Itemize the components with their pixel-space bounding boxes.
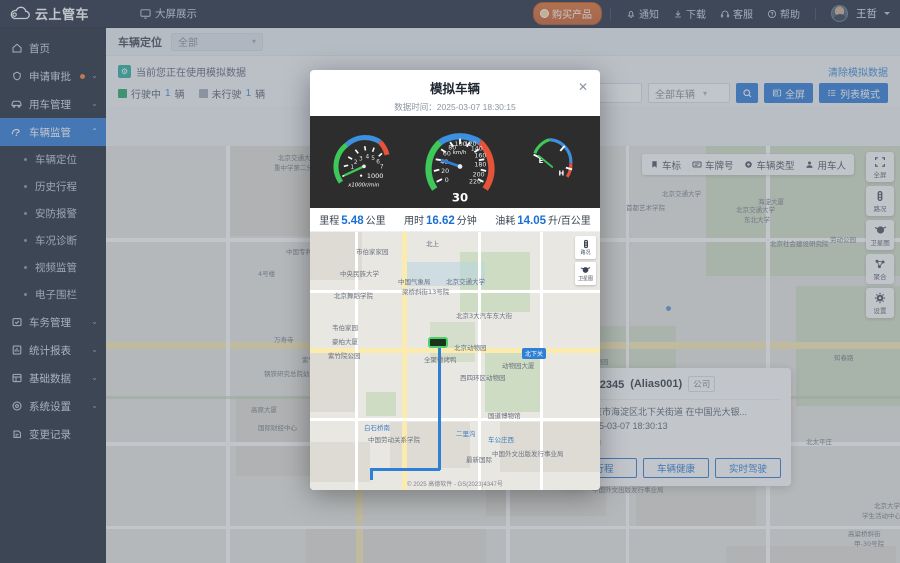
stat-label: 油耗 (495, 216, 516, 227)
simulated-vehicle-modal: 模拟车辆 数据时间：2025-03-07 18:30:15 ✕ 123 456 … (310, 70, 600, 490)
close-icon[interactable]: ✕ (576, 80, 590, 94)
stat-value: 16.62 (426, 215, 455, 227)
modal-map-attribution: © 2025 高德软件 - GS(2023)4347号 (407, 482, 503, 488)
svg-text:H: H (559, 170, 565, 178)
modal-map-satellite-button[interactable]: 卫星图 (575, 262, 596, 285)
svg-text:200: 200 (473, 171, 485, 178)
satellite-icon (580, 267, 591, 273)
stat-duration: 用时 16.62 分钟 (404, 212, 477, 227)
modal-title: 模拟车辆 (429, 82, 480, 96)
modal-vehicle-marker[interactable] (428, 337, 448, 348)
app-root: 云上管车 大屏展示 购买产品 通知 下载 客服 帮助 王哲 首页 申请审批 ⌄ … (0, 0, 900, 563)
stat-label: 里程 (319, 216, 340, 227)
trip-stats: 里程 5.48 公里 用时 16.62 分钟 油耗 14.05 升/百公里 (310, 208, 600, 232)
svg-text:140: 140 (471, 145, 483, 152)
svg-text:7: 7 (379, 164, 383, 170)
traffic-light-icon (583, 239, 588, 249)
fuel-gauge: E H (533, 138, 573, 178)
modal-map[interactable]: 北上 市伯家家园 中央民族大学 中国气象局 北京舞蹈学院 梁桥斜街13号院 北京… (310, 232, 600, 490)
modal-map-control-label: 路况 (580, 250, 591, 256)
svg-text:160: 160 (474, 153, 486, 160)
modal-data-time: 数据时间：2025-03-07 18:30:15 (310, 101, 600, 113)
svg-text:60: 60 (443, 151, 451, 158)
svg-text:0: 0 (445, 177, 449, 184)
svg-text:1000: 1000 (367, 172, 383, 180)
modal-map-traffic-button[interactable]: 路况 (575, 236, 596, 259)
svg-text:x1000r/min: x1000r/min (347, 182, 380, 188)
map-badge: 北下关 (522, 348, 547, 359)
svg-text:220: 220 (469, 179, 481, 186)
stat-unit: 公里 (365, 216, 386, 227)
svg-text:180: 180 (474, 162, 486, 169)
stat-fuel: 油耗 14.05 升/百公里 (495, 212, 591, 227)
modal-map-control-label: 卫星图 (577, 276, 593, 282)
speedometer-value: 30 (452, 191, 468, 205)
stat-unit: 分钟 (456, 216, 477, 227)
modal-data-time-value: 2025-03-07 18:30:15 (436, 102, 516, 112)
speedometer-gauge: 02040 6080100 120140160 180200220 km/h 3… (425, 133, 495, 205)
svg-text:5: 5 (371, 156, 375, 162)
modal-header: 模拟车辆 数据时间：2025-03-07 18:30:15 ✕ (310, 70, 600, 116)
svg-text:3: 3 (359, 157, 363, 163)
modal-map-controls: 路况 卫星图 (575, 236, 596, 285)
tachometer-gauge: 123 4 56 7 1000 x1000r/min (333, 135, 390, 188)
svg-text:4: 4 (365, 154, 369, 160)
stat-mileage: 里程 5.48 公里 (319, 212, 385, 227)
stat-unit: 升/百公里 (548, 216, 591, 227)
stat-value: 5.48 (341, 215, 364, 227)
modal-data-time-label: 数据时间： (394, 102, 437, 112)
svg-text:km/h: km/h (453, 150, 467, 156)
stat-label: 用时 (404, 216, 425, 227)
svg-text:2: 2 (354, 160, 358, 166)
svg-text:20: 20 (441, 168, 449, 175)
stat-value: 14.05 (517, 215, 546, 227)
gauge-panel: 123 456 7 1000 x1000r/min 0 20 60 80 100… (310, 116, 600, 208)
